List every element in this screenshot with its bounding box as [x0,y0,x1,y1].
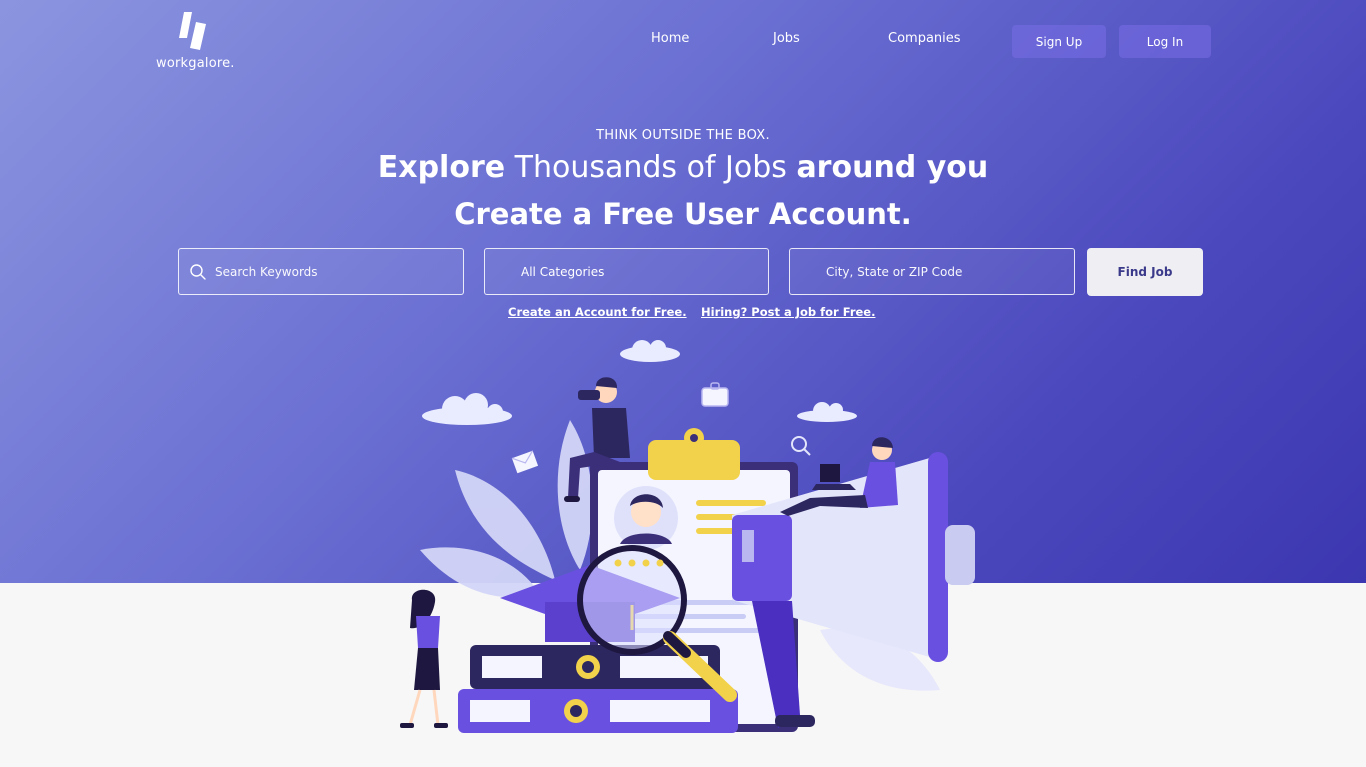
search-keywords-input[interactable] [215,264,463,279]
search-icon [190,263,206,280]
post-job-link[interactable]: Hiring? Post a Job for Free. [701,305,875,319]
cloud-icon [422,340,857,425]
nav-home[interactable]: Home [651,31,689,46]
brand-name: workgalore. [156,56,235,71]
nav-companies[interactable]: Companies [888,31,961,46]
keywords-field[interactable] [178,248,464,295]
hero-eyebrow: THINK OUTSIDE THE BOX. [596,128,770,143]
hero-headline: Explore Thousands of Jobs around you [0,150,1366,185]
headline-part-1: Explore [377,150,506,185]
headline-part-3: around you [796,150,989,185]
location-input[interactable] [826,264,1074,279]
create-account-link[interactable]: Create an Account for Free. [508,305,687,319]
headline-part-2: Thousands of Jobs [505,150,797,185]
brand-logo[interactable]: workgalore. [154,10,244,72]
category-select[interactable]: All Categories [484,248,769,295]
envelope-icon [511,450,539,474]
nav-jobs[interactable]: Jobs [773,31,800,46]
sign-up-button[interactable]: Sign Up [1012,25,1106,58]
person-standing [400,589,448,728]
hero-subheadline: Create a Free User Account. [454,197,912,231]
location-field[interactable] [789,248,1075,295]
category-select-value: All Categories [521,264,605,279]
log-in-button[interactable]: Log In [1119,25,1211,58]
find-job-button[interactable]: Find Job [1087,248,1203,296]
hero-illustration [400,340,975,733]
search-icon [791,436,811,456]
briefcase-icon [701,382,729,407]
logo-mark-icon [179,12,206,50]
